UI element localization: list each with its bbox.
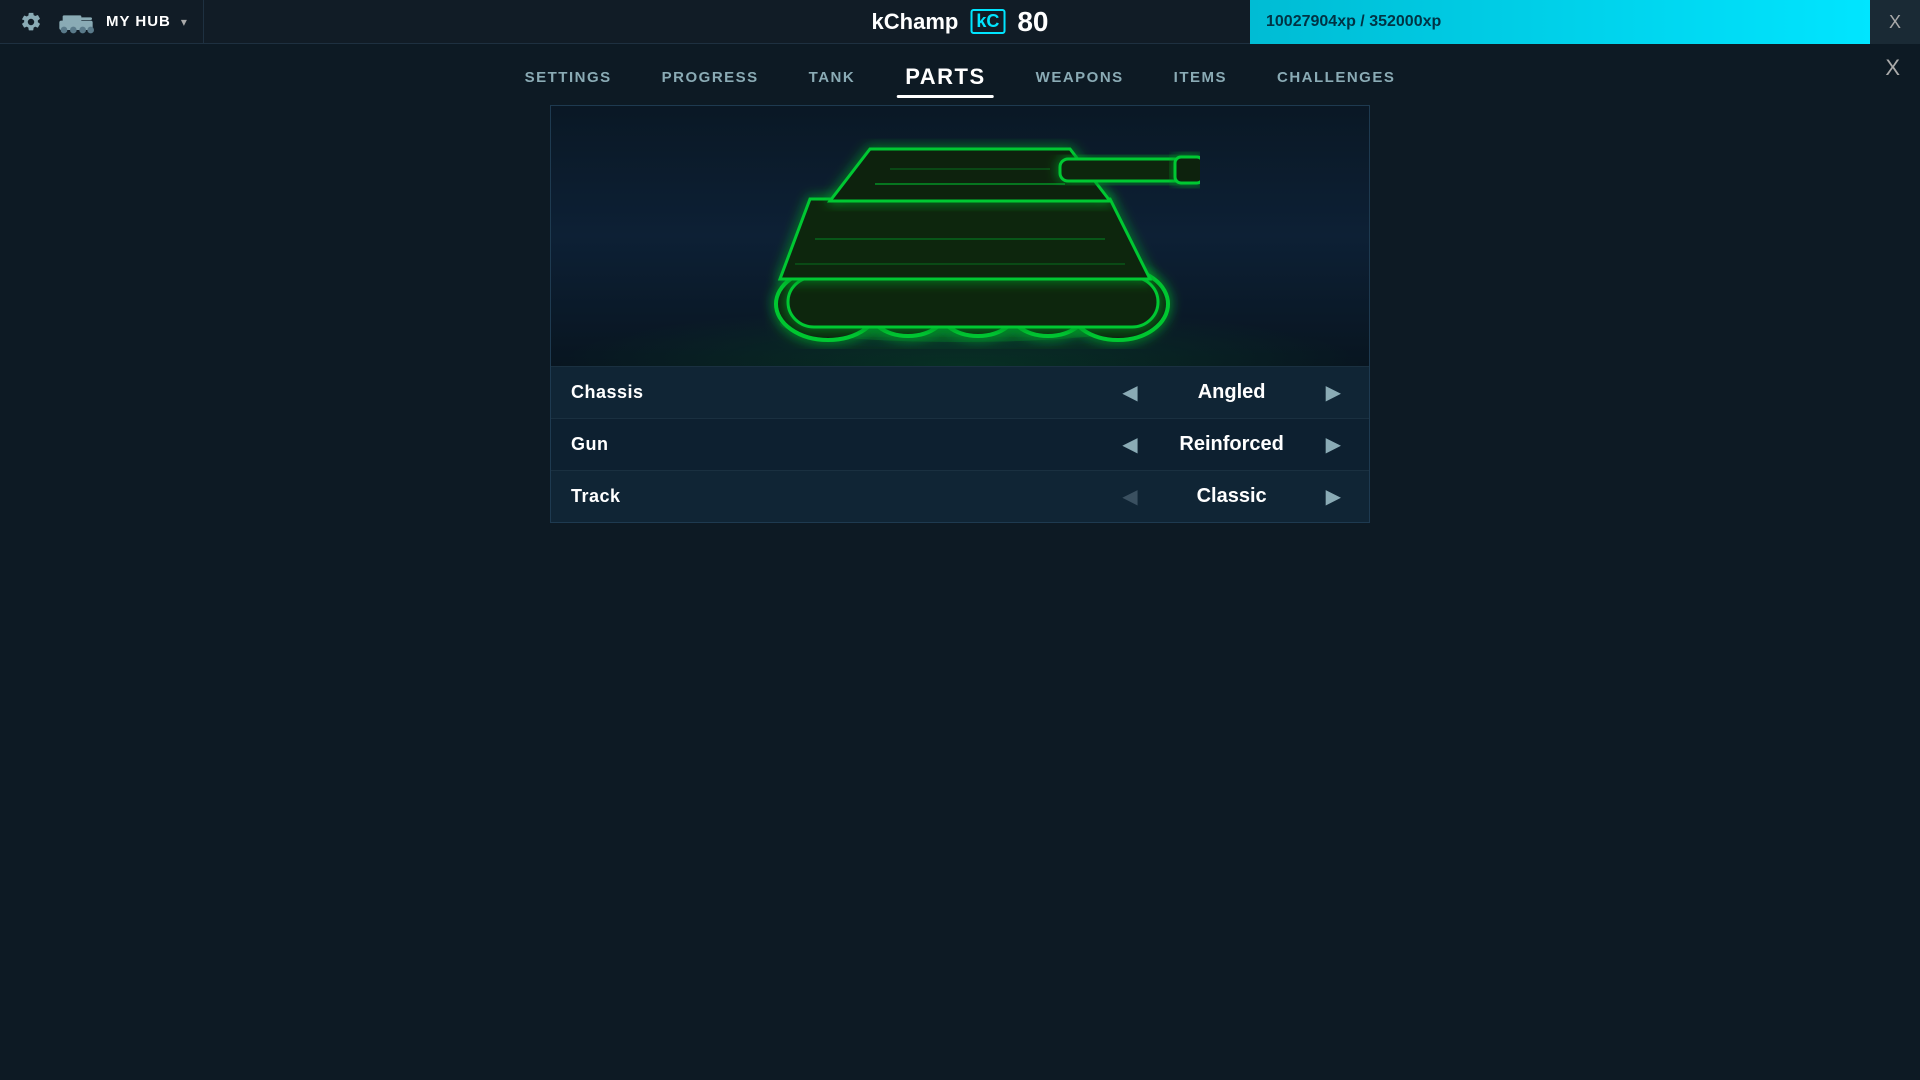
tank-main-svg bbox=[720, 119, 1200, 349]
nav-bar: SETTINGS PROGRESS TANK PARTS WEAPONS ITE… bbox=[0, 44, 1920, 105]
chassis-value: Angled bbox=[1162, 381, 1302, 404]
hub-label: MY HUB bbox=[106, 13, 171, 30]
chassis-next-button[interactable]: ▶ bbox=[1318, 376, 1349, 409]
chassis-prev-button[interactable]: ◀ bbox=[1114, 376, 1145, 409]
part-row-track: Track ◀ Classic ▶ bbox=[551, 470, 1369, 522]
level-badge: 80 bbox=[1017, 6, 1048, 38]
gear-icon bbox=[20, 11, 42, 33]
nav-item-challenges[interactable]: CHALLENGES bbox=[1277, 69, 1395, 86]
xp-bar-container: 10027904xp / 352000xp bbox=[1250, 0, 1870, 44]
main-panel: Chassis ◀ Angled ▶ Gun ◀ Reinforced ▶ Tr… bbox=[550, 105, 1370, 523]
xp-text: 10027904xp / 352000xp bbox=[1266, 13, 1441, 31]
settings-icon-btn[interactable] bbox=[16, 7, 46, 37]
gun-prev-button[interactable]: ◀ bbox=[1114, 428, 1145, 461]
nav-item-tank[interactable]: TANK bbox=[809, 69, 856, 86]
track-value: Classic bbox=[1162, 485, 1302, 508]
tank-display bbox=[551, 106, 1369, 366]
gun-label: Gun bbox=[571, 434, 1109, 455]
hub-dropdown-arrow[interactable]: ▾ bbox=[181, 15, 187, 29]
nav-item-items[interactable]: ITEMS bbox=[1174, 69, 1227, 86]
parts-list: Chassis ◀ Angled ▶ Gun ◀ Reinforced ▶ Tr… bbox=[551, 366, 1369, 522]
part-row-chassis: Chassis ◀ Angled ▶ bbox=[551, 366, 1369, 418]
part-row-gun: Gun ◀ Reinforced ▶ bbox=[551, 418, 1369, 470]
username-label: kChamp bbox=[872, 9, 959, 35]
top-bar: MY HUB ▾ kChamp kC 80 10027904xp / 35200… bbox=[0, 0, 1920, 44]
chassis-selector: ◀ Angled ▶ bbox=[1109, 376, 1349, 409]
tank-small-icon bbox=[56, 8, 96, 36]
tank-svg-container bbox=[720, 119, 1200, 354]
gun-selector: ◀ Reinforced ▶ bbox=[1109, 428, 1349, 461]
hub-section[interactable]: MY HUB ▾ bbox=[0, 0, 204, 43]
track-prev-button[interactable]: ◀ bbox=[1114, 480, 1145, 513]
xp-bar: 10027904xp / 352000xp bbox=[1250, 0, 1870, 44]
nav-item-weapons[interactable]: WEAPONS bbox=[1036, 69, 1124, 86]
nav-item-progress[interactable]: PROGRESS bbox=[662, 69, 759, 86]
close-button-secondary[interactable]: X bbox=[1885, 55, 1900, 81]
gun-next-button[interactable]: ▶ bbox=[1318, 428, 1349, 461]
nav-item-parts[interactable]: PARTS bbox=[905, 64, 985, 90]
kc-logo: kC bbox=[970, 9, 1005, 34]
gun-value: Reinforced bbox=[1162, 433, 1302, 456]
chassis-label: Chassis bbox=[571, 382, 1109, 403]
track-next-button[interactable]: ▶ bbox=[1318, 480, 1349, 513]
nav-item-settings[interactable]: SETTINGS bbox=[525, 69, 612, 86]
track-label: Track bbox=[571, 486, 1109, 507]
close-button-top[interactable]: X bbox=[1870, 0, 1920, 44]
track-selector: ◀ Classic ▶ bbox=[1109, 480, 1349, 513]
top-bar-center: kChamp kC 80 bbox=[872, 6, 1049, 38]
